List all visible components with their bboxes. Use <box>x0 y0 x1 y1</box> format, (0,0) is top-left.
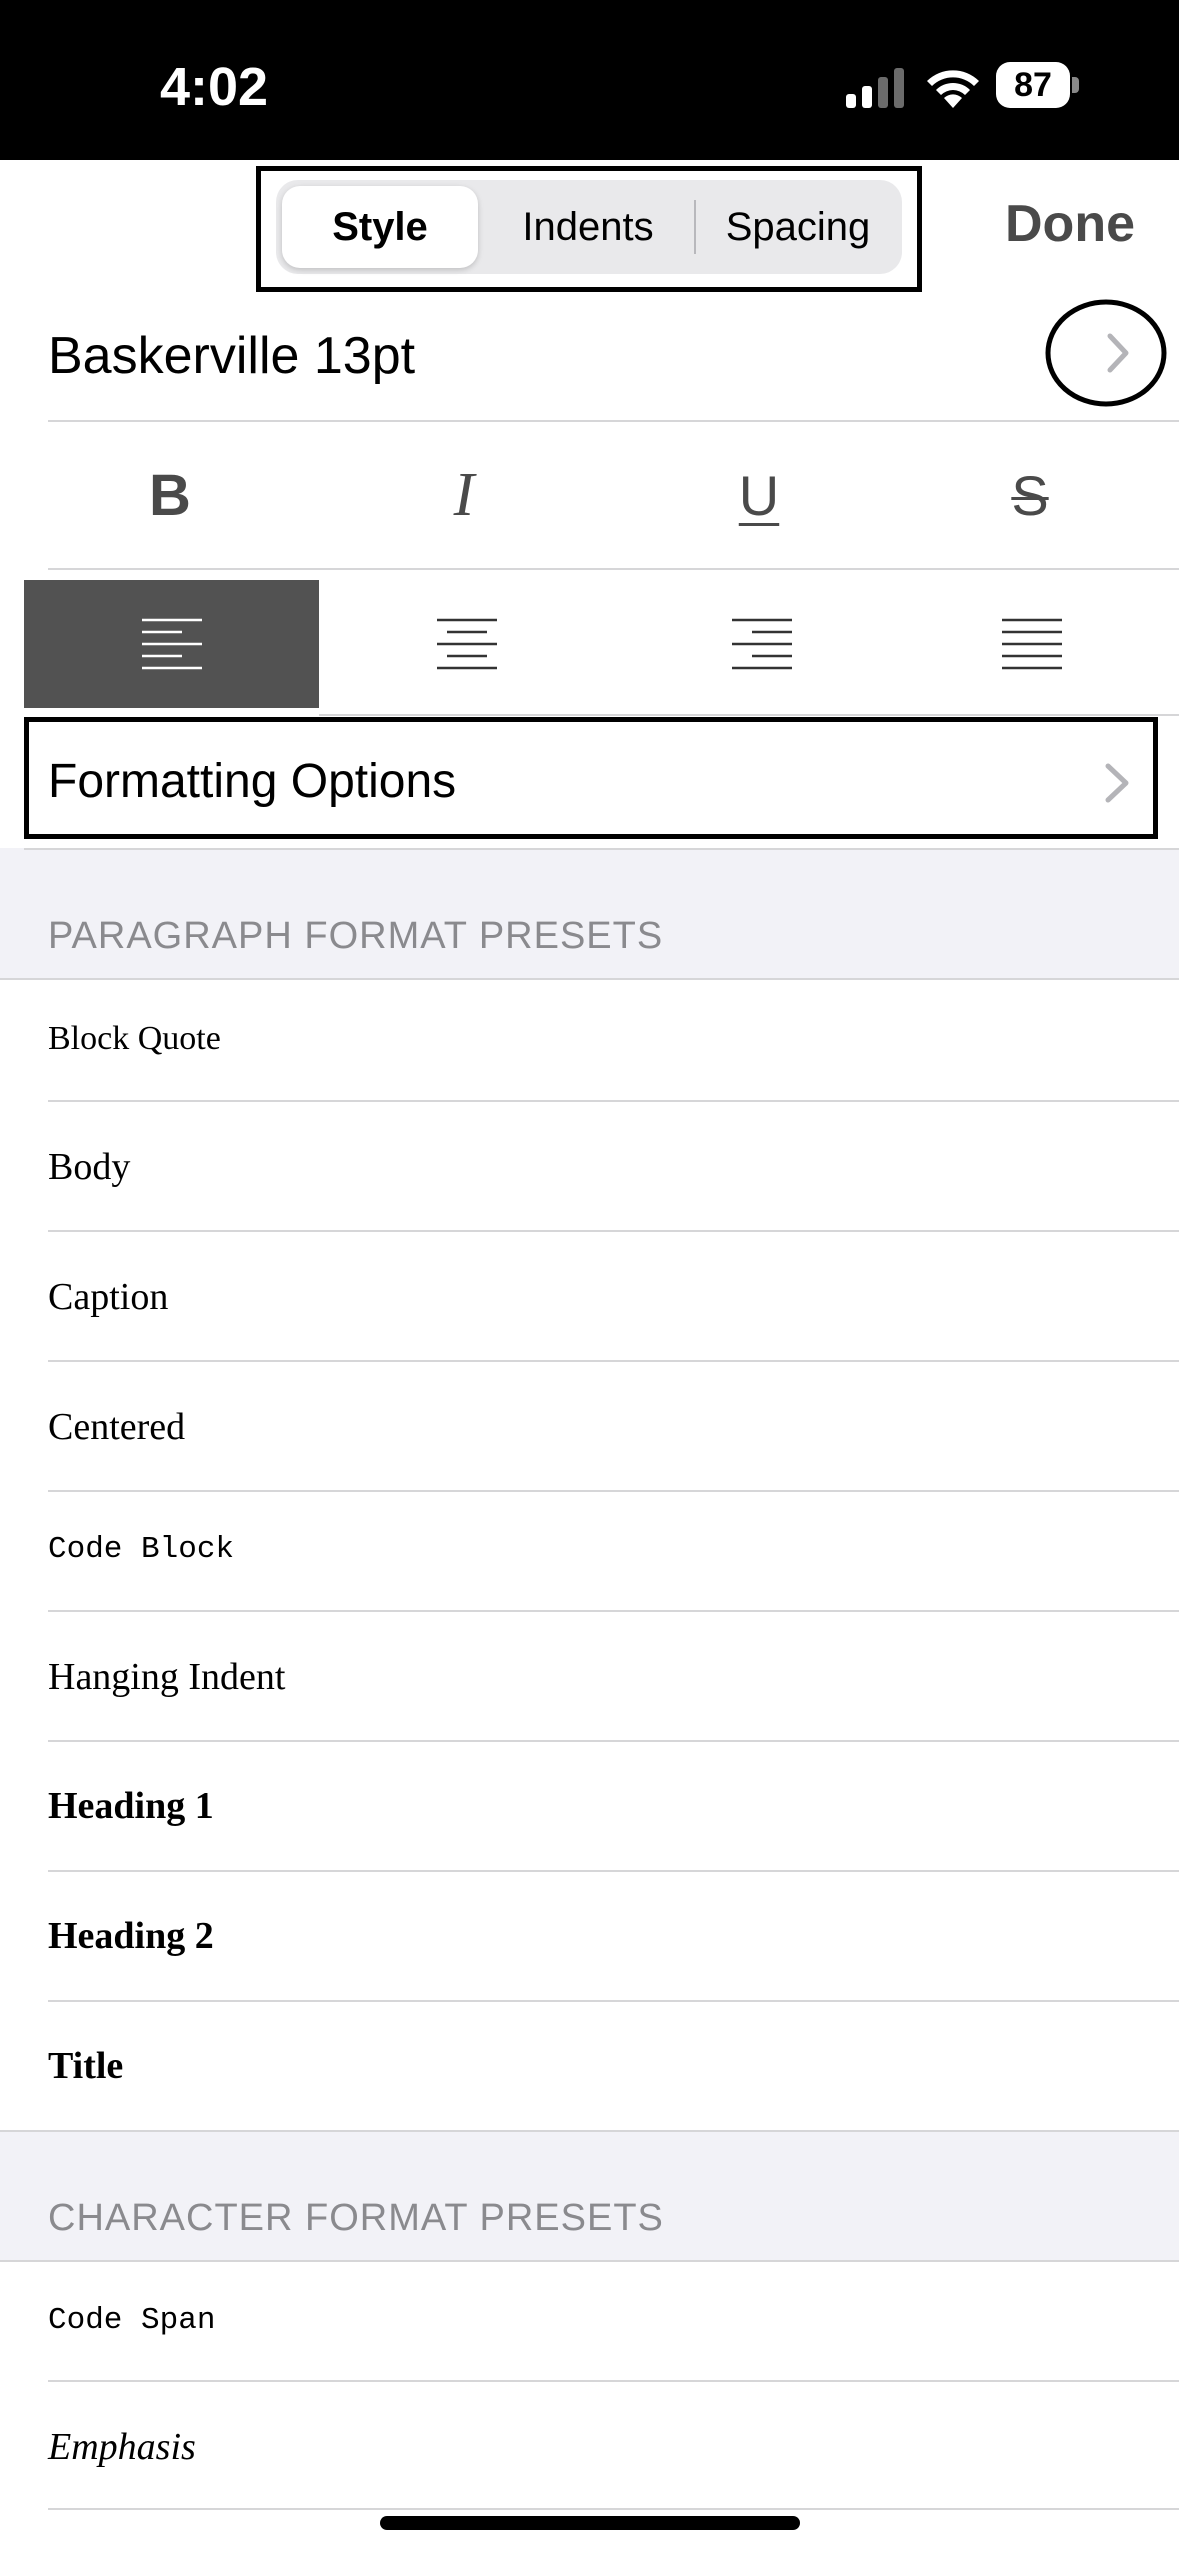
divider <box>48 420 1179 422</box>
character-presets-header <box>0 2130 1179 2260</box>
paragraph-presets-header <box>0 848 1179 978</box>
divider <box>48 1610 1179 1612</box>
divider <box>48 1740 1179 1742</box>
align-center-button[interactable] <box>319 580 614 708</box>
align-right-button[interactable] <box>614 580 909 708</box>
segment-divider <box>694 200 696 254</box>
bold-button[interactable]: B <box>48 425 292 565</box>
divider <box>48 1360 1179 1362</box>
divider <box>48 1870 1179 1872</box>
preset-heading-1[interactable]: Heading 1 <box>48 1784 214 1828</box>
divider <box>48 1490 1179 1492</box>
chevron-right-icon <box>1045 299 1167 407</box>
italic-button[interactable]: I <box>342 425 586 565</box>
status-time: 4:02 <box>160 57 269 117</box>
align-right-icon <box>731 618 792 670</box>
preset-code-block[interactable]: Code Block <box>48 1532 234 1567</box>
align-left-button[interactable] <box>24 580 319 708</box>
align-center-icon <box>436 618 497 670</box>
font-selector[interactable]: Baskerville 13pt <box>48 326 415 386</box>
divider <box>319 714 1179 716</box>
divider <box>0 2260 1179 2262</box>
formatting-options-label: Formatting Options <box>48 755 457 808</box>
character-presets-title: CHARACTER FORMAT PRESETS <box>48 2197 664 2239</box>
divider <box>48 2508 1179 2510</box>
align-justify-icon <box>1001 618 1062 670</box>
cellular-signal-icon <box>846 68 904 108</box>
preset-centered[interactable]: Centered <box>48 1405 185 1449</box>
preset-code-span[interactable]: Code Span <box>48 2303 215 2338</box>
battery-icon: 87 <box>996 62 1080 110</box>
paragraph-presets-title: PARAGRAPH FORMAT PRESETS <box>48 915 664 957</box>
divider <box>48 568 1179 570</box>
align-justify-button[interactable] <box>884 580 1179 708</box>
strikethrough-button[interactable]: S <box>908 425 1152 565</box>
underline-button[interactable]: U <box>637 425 881 565</box>
divider <box>48 2000 1179 2002</box>
font-chevron-button[interactable] <box>1044 298 1168 408</box>
preset-emphasis[interactable]: Emphasis <box>48 2425 196 2469</box>
battery-percentage: 87 <box>1014 66 1052 104</box>
done-button[interactable]: Done <box>1005 194 1135 254</box>
preset-title[interactable]: Title <box>48 2044 123 2088</box>
chevron-right-icon <box>1105 763 1129 803</box>
divider <box>24 848 1179 850</box>
preset-caption[interactable]: Caption <box>48 1275 168 1319</box>
wifi-icon <box>927 70 979 108</box>
home-indicator[interactable] <box>380 2516 800 2530</box>
tab-style[interactable]: Style <box>282 186 478 268</box>
align-left-icon <box>141 618 202 670</box>
divider <box>48 1100 1179 1102</box>
preset-heading-2[interactable]: Heading 2 <box>48 1914 214 1958</box>
preset-hanging-indent[interactable]: Hanging Indent <box>48 1655 285 1699</box>
preset-block-quote[interactable]: Block Quote <box>48 1020 221 1058</box>
divider <box>48 1230 1179 1232</box>
preset-body[interactable]: Body <box>48 1145 130 1189</box>
tab-spacing[interactable]: Spacing <box>700 186 896 268</box>
tab-indents[interactable]: Indents <box>490 186 686 268</box>
divider <box>0 978 1179 980</box>
divider <box>0 2130 1179 2132</box>
divider <box>48 2380 1179 2382</box>
